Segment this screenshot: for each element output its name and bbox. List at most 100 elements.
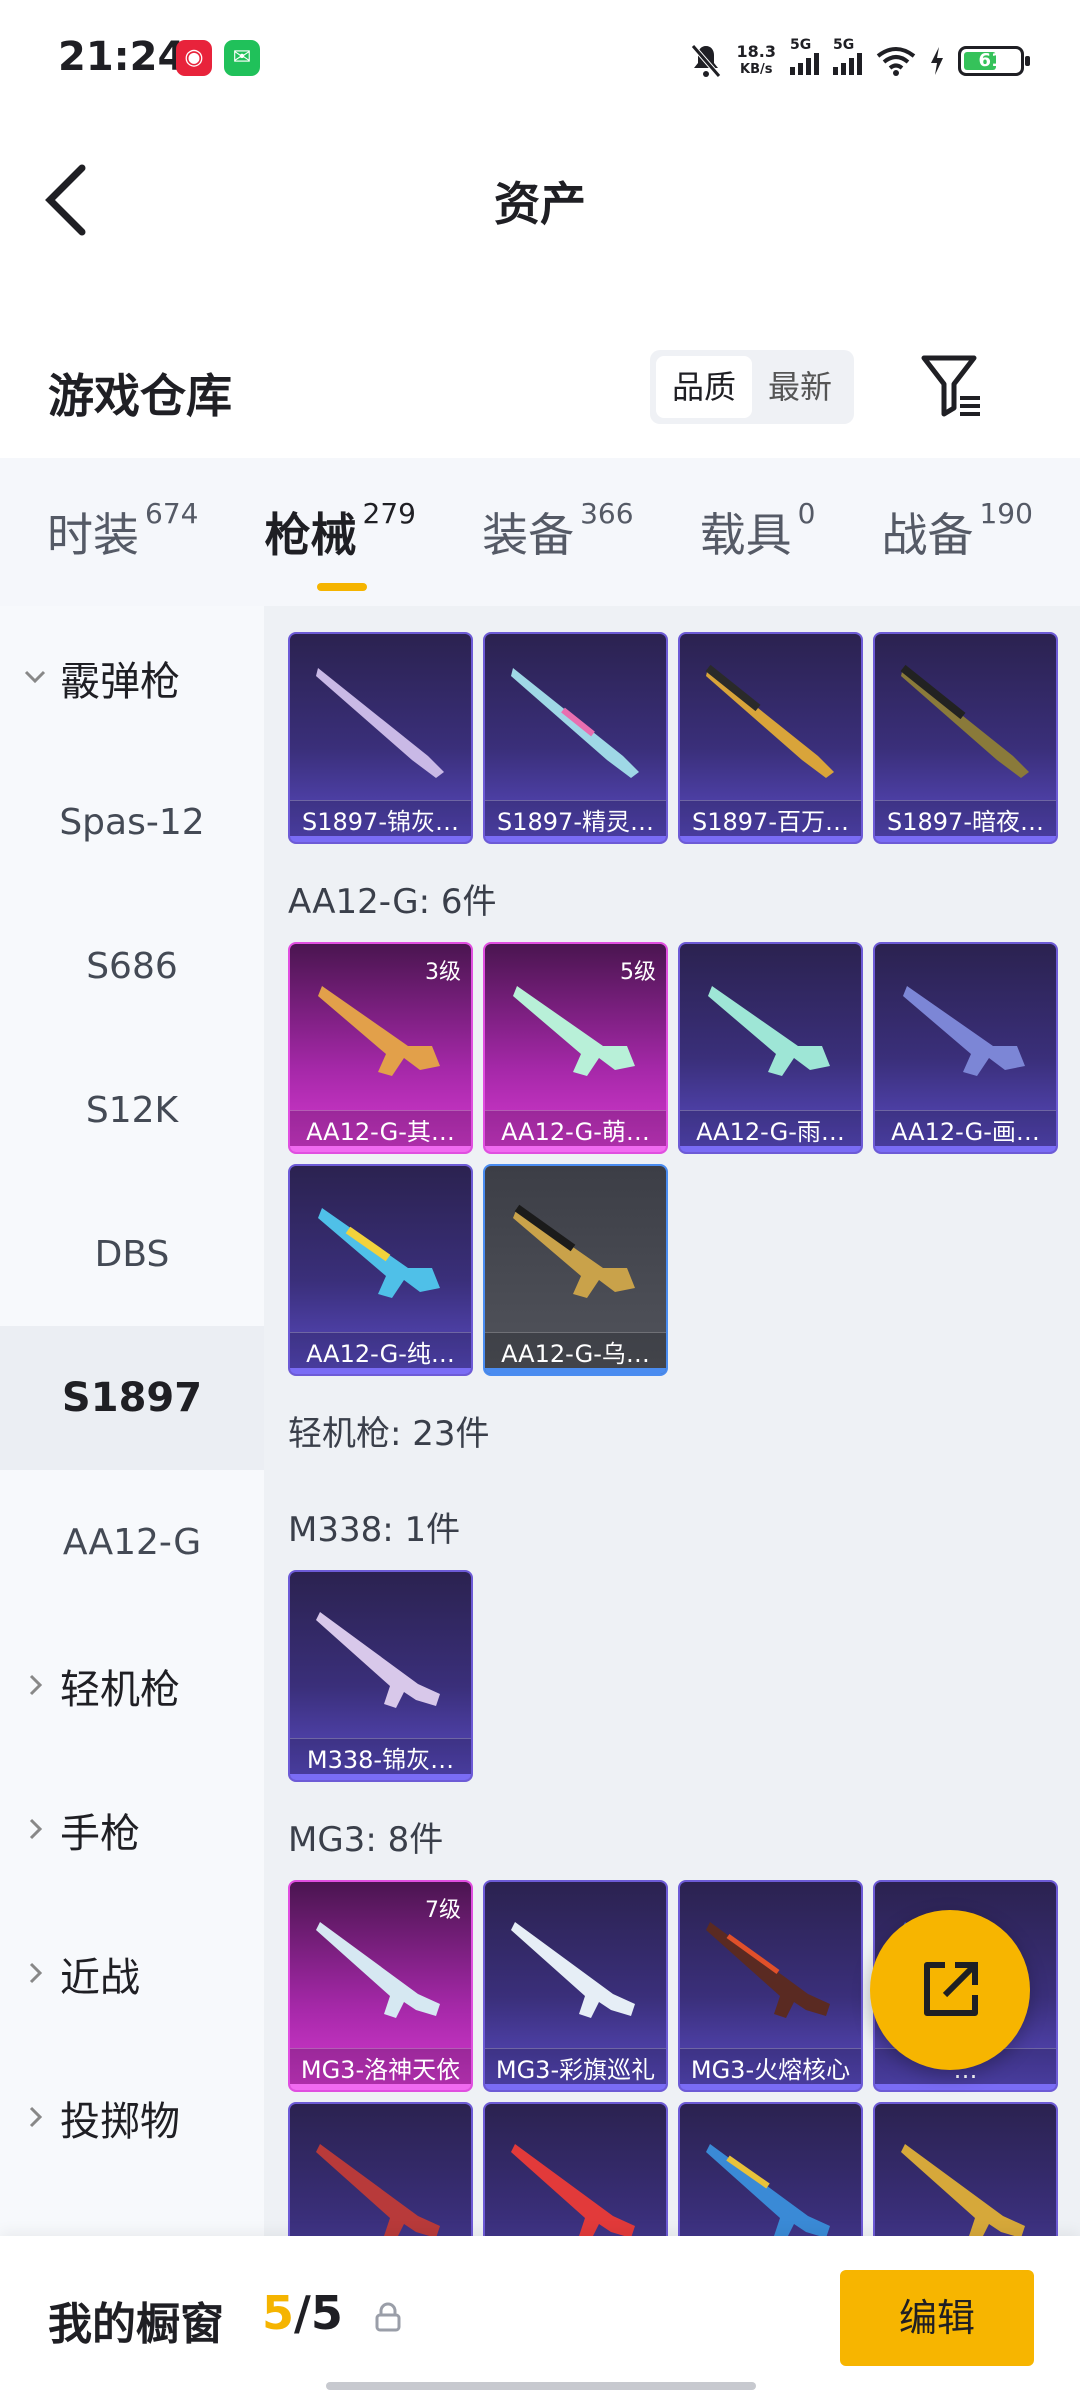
signal-icon-2: 5G (833, 37, 862, 75)
tab-label: 时装 (47, 508, 140, 562)
weapon-card[interactable]: AA12-G-乌… (483, 1164, 668, 1376)
sidebar-group-shotgun[interactable]: 霰弹枪 (0, 606, 264, 750)
page-title: 资产 (494, 177, 586, 231)
rarity-stripe (875, 1146, 1056, 1152)
filter-icon[interactable] (920, 352, 984, 422)
chevron-right-icon (29, 1818, 43, 1840)
weapon-card[interactable]: AA12-G-画… (873, 942, 1058, 1154)
sidebar-group-lmg[interactable]: 轻机枪 (0, 1614, 264, 1758)
tab-count: 279 (362, 497, 416, 530)
weapon-card[interactable]: MG3-彩旗巡礼 (483, 1880, 668, 2092)
tab-count: 0 (797, 497, 816, 530)
lmg-icon (901, 2144, 1025, 2240)
m338-grid: M338-锦灰… (288, 1570, 1072, 1782)
shotgun-icon (316, 668, 444, 778)
tab-supplies[interactable]: 战备 190 (881, 497, 1033, 565)
sort-newest-button[interactable]: 最新 (752, 356, 848, 418)
lmg-icon (511, 2144, 635, 2240)
sort-toggle: 品质 最新 (650, 350, 855, 424)
rifle-icon (513, 986, 635, 1076)
lmg-icon (511, 1922, 635, 2018)
rifle-icon (513, 1204, 635, 1298)
rifle-icon (708, 986, 830, 1076)
tab-label: 载具 (699, 508, 792, 562)
sidebar-group-label: 霰弹枪 (60, 659, 180, 705)
rarity-stripe (290, 2084, 471, 2090)
share-fab-button[interactable] (870, 1910, 1030, 2070)
weapon-card[interactable]: 5级 AA12-G-萌… (483, 942, 668, 1154)
wechat-icon: ✉ (224, 40, 260, 76)
sidebar-item-aa12g[interactable]: AA12-G (0, 1470, 264, 1614)
section-title: 游戏仓库 (48, 369, 232, 423)
signal-icon: 5G (790, 37, 819, 75)
rarity-stripe (485, 1146, 666, 1152)
sidebar-item-s12k[interactable]: S12K (0, 1038, 264, 1182)
tab-label: 枪械 (264, 508, 357, 562)
rarity-stripe (290, 1774, 471, 1780)
lmg-icon (316, 2144, 440, 2240)
sidebar-item-dbs[interactable]: DBS (0, 1182, 264, 1326)
edit-button[interactable]: 编辑 (840, 2270, 1034, 2366)
weapon-card[interactable]: 3级 AA12-G-其… (288, 942, 473, 1154)
tab-count: 674 (145, 497, 199, 530)
weapon-card[interactable]: S1897-百万… (678, 632, 863, 844)
lmg-icon (316, 1922, 440, 2018)
tab-vehicles[interactable]: 载具 0 (699, 497, 816, 565)
rarity-stripe (485, 1368, 666, 1374)
charging-icon (931, 47, 943, 75)
rarity-stripe (290, 1146, 471, 1152)
weapon-card[interactable] (483, 2102, 668, 2240)
weapon-card[interactable] (288, 2102, 473, 2240)
home-indicator[interactable] (326, 2382, 756, 2390)
weapon-card[interactable]: M338-锦灰… (288, 1570, 473, 1782)
weapon-card[interactable]: S1897-锦灰… (288, 632, 473, 844)
mute-bell-icon (690, 44, 721, 78)
weapon-card[interactable]: AA12-G-纯… (288, 1164, 473, 1376)
showcase-bar: 我的橱窗 5/5 编辑 (0, 2236, 1080, 2400)
shotgun-icon (705, 664, 834, 778)
shotgun-icon (900, 664, 1029, 778)
weapon-card[interactable]: S1897-暗夜… (873, 632, 1058, 844)
tab-firearms[interactable]: 枪械 279 (264, 497, 416, 591)
signal-label-2: 5G (833, 37, 855, 53)
weapon-type-sidebar: 霰弹枪 Spas-12 S686 S12K DBS S1897 AA12-G 轻… (0, 606, 264, 2240)
sidebar-item-s686[interactable]: S686 (0, 894, 264, 1038)
rarity-stripe (875, 2084, 1056, 2090)
weapon-card[interactable] (873, 2102, 1058, 2240)
tab-count: 366 (580, 497, 634, 530)
sidebar-item-s1897[interactable]: S1897 (0, 1326, 264, 1470)
tab-active-indicator (316, 583, 367, 591)
sidebar-group-pistol[interactable]: 手枪 (0, 1758, 264, 1902)
tab-fashion[interactable]: 时装 674 (47, 497, 199, 565)
rarity-stripe (485, 2084, 666, 2090)
showcase-count-total: /5 (294, 2286, 343, 2340)
sidebar-item-spas12[interactable]: Spas-12 (0, 750, 264, 894)
group-label-m338: M338: 1件 (288, 1510, 461, 1550)
rarity-stripe (290, 1368, 471, 1374)
sort-quality-button[interactable]: 品质 (656, 356, 753, 418)
status-right: 18.3 KB/s 5G 5G 61 (689, 37, 1030, 84)
chevron-down-icon (24, 670, 46, 684)
weapon-card[interactable]: S1897-精灵… (483, 632, 668, 844)
weapon-card[interactable]: MG3-火熔核心 (678, 1880, 863, 2092)
tab-equipment[interactable]: 装备 366 (482, 497, 634, 565)
app-header: 资产 (0, 120, 1080, 270)
category-tabs: 时装 674 枪械 279 装备 366 载具 0 战备 190 (0, 458, 1080, 606)
lmg-icon (316, 1612, 440, 1708)
speed-value: 18.3 (736, 42, 776, 61)
showcase-title: 我的橱窗 (48, 2299, 224, 2350)
group-label-lmg: 轻机枪: 23件 (288, 1414, 490, 1454)
showcase-count-current: 5 (262, 2286, 295, 2340)
tab-count: 190 (979, 497, 1033, 530)
battery-icon: 61 (958, 46, 1030, 76)
weapon-card[interactable]: AA12-G-雨… (678, 942, 863, 1154)
weapon-card[interactable] (678, 2102, 863, 2240)
sidebar-group-label: 手枪 (60, 1811, 140, 1857)
sidebar-group-melee[interactable]: 近战 (0, 1902, 264, 2046)
sidebar-group-throwable[interactable]: 投掷物 (0, 2046, 264, 2190)
rarity-stripe (290, 836, 471, 842)
lock-icon (375, 2302, 401, 2332)
rarity-stripe (680, 1146, 861, 1152)
weapon-card[interactable]: 7级 MG3-洛神天依 (288, 1880, 473, 2092)
s1897-grid: S1897-锦灰… S1897-精灵… S1897-百万… S1897-暗夜… (288, 632, 1072, 844)
